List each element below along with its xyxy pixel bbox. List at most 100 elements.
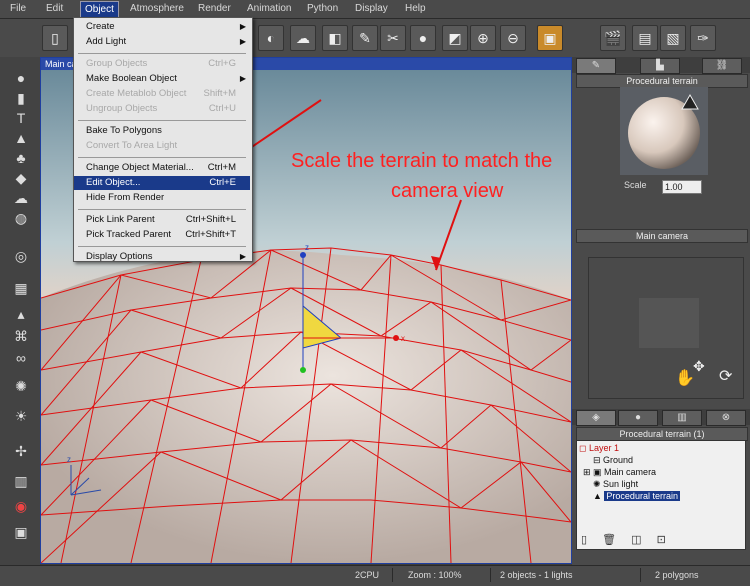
menu-item-label: Bake To Polygons <box>86 125 162 136</box>
cube-icon[interactable]: ◧ <box>322 25 348 51</box>
menu-item-shortcut: Ctrl+E <box>209 177 236 188</box>
new-icon[interactable]: ▯ <box>42 25 68 51</box>
menu-item-label: Pick Tracked Parent <box>86 229 172 240</box>
pan-arrows-icon[interactable]: ✥ <box>693 358 705 375</box>
planet-tool-icon[interactable]: ◍ <box>12 209 30 227</box>
tree-procedural-terrain[interactable]: ▲ Procedural terrain <box>593 491 680 502</box>
text-tool-icon[interactable]: T <box>12 109 30 127</box>
cloud-tool-icon[interactable]: ☁ <box>12 189 30 207</box>
object-menu-item[interactable]: Bake To Polygons <box>74 124 250 138</box>
menu-python[interactable]: Python <box>307 3 338 14</box>
submenu-arrow-icon: ▶ <box>239 252 246 261</box>
camera-icon[interactable]: ◐ <box>258 25 284 51</box>
menu-item-label: Make Boolean Object <box>86 73 177 84</box>
clapper-icon[interactable]: 🎬 <box>600 25 626 51</box>
object-menu-item[interactable]: Display Options ▶ <box>74 250 250 264</box>
delete-icon[interactable]: 🗑 <box>602 534 616 546</box>
tree-ground[interactable]: ⊟ Ground <box>593 455 633 466</box>
group-icon[interactable]: ◩ <box>442 25 468 51</box>
record-icon[interactable]: ◉ <box>12 497 30 515</box>
tree-tool-icon[interactable]: ♣ <box>12 149 30 167</box>
menu-separator <box>78 120 246 121</box>
light-tool-icon[interactable]: ✺ <box>12 377 30 395</box>
svg-text:z: z <box>305 243 309 252</box>
palette-icon[interactable]: ● <box>410 25 436 51</box>
menu-render[interactable]: Render <box>198 3 231 14</box>
menu-item-label: Create <box>86 21 115 32</box>
menu-item-label: Create Metablob Object <box>86 88 187 99</box>
svg-text:z: z <box>67 455 71 464</box>
menu-animation[interactable]: Animation <box>247 3 291 14</box>
scale-input[interactable]: 1.00 <box>662 180 702 194</box>
lock-icon[interactable]: ⊡ <box>657 534 666 546</box>
render-icon[interactable]: ▣ <box>537 25 563 51</box>
cylinder-tool-icon[interactable]: ▮ <box>12 89 30 107</box>
menu-item-label: Group Objects <box>86 58 148 69</box>
status-cpu: 2CPU <box>355 570 380 580</box>
submenu-arrow-icon: ▶ <box>239 22 246 31</box>
sphere-tool-icon[interactable]: ● <box>12 69 30 87</box>
tab-material[interactable]: ✎ <box>576 58 616 74</box>
menu-atmosphere[interactable]: Atmosphere <box>130 3 184 14</box>
object-menu-item[interactable]: Hide From Render <box>74 191 250 205</box>
status-bar: 2CPU Zoom : 100% 2 objects - 1 lights 2 … <box>0 565 750 586</box>
minus-icon[interactable]: ⊖ <box>500 25 526 51</box>
camera-panel-title: Main camera <box>576 229 748 243</box>
knot-tool-icon[interactable]: ∞ <box>12 349 30 367</box>
object-menu-item[interactable]: Pick Link Parent Ctrl+Shift+L <box>74 213 250 227</box>
menu-item-shortcut: Ctrl+G <box>208 58 236 69</box>
pipe-tool-icon[interactable]: ⌘ <box>12 327 30 345</box>
rock-tool-icon[interactable]: ◆ <box>12 169 30 187</box>
move-layer-icon[interactable]: ◫ <box>631 534 641 546</box>
menu-file[interactable]: File <box>10 3 26 14</box>
plus-icon[interactable]: ⊕ <box>470 25 496 51</box>
object-menu-item: Create Metablob Object Shift+M <box>74 87 250 101</box>
new-layer-icon[interactable]: ▯ <box>581 534 587 546</box>
menu-edit[interactable]: Edit <box>46 3 63 14</box>
material-icon[interactable]: ✎ <box>352 25 378 51</box>
frame-icon[interactable]: ▧ <box>660 25 686 51</box>
sun-tool-icon[interactable]: ☀ <box>12 407 30 425</box>
tree-layer-1[interactable]: ◻ Layer 1 <box>579 443 619 454</box>
tab-objects[interactable]: ◈ <box>576 410 616 426</box>
menu-item-shortcut: Shift+M <box>203 88 236 99</box>
menu-object[interactable]: Object <box>80 1 119 18</box>
object-menu-item[interactable]: Add Light ▶ <box>74 35 250 49</box>
cone-tool-icon[interactable]: ▴ <box>12 305 30 323</box>
film-icon[interactable]: ▤ <box>632 25 658 51</box>
terrain-tool-icon[interactable]: ▲ <box>12 129 30 147</box>
layer-tool-icon[interactable]: ▣ <box>12 523 30 541</box>
edit-icon[interactable]: ✑ <box>690 25 716 51</box>
menu-item-label: Change Object Material... <box>86 162 194 173</box>
tree-sun-light[interactable]: ✺ Sun light <box>593 479 638 490</box>
tree-main-camera[interactable]: ⊞ ▣ Main camera <box>583 467 656 478</box>
object-menu-item[interactable]: Change Object Material... Ctrl+M <box>74 161 250 175</box>
menu-separator <box>78 157 246 158</box>
fan-tool-icon[interactable]: ✢ <box>12 442 30 460</box>
camera-navigator[interactable]: ✋ ✥ ⟳ <box>588 257 744 399</box>
cloud-icon[interactable]: ☁ <box>290 25 316 51</box>
bars-tool-icon[interactable]: ▥ <box>12 472 30 490</box>
tab-links-browser[interactable]: ⊗ <box>706 410 746 426</box>
tab-textures[interactable]: ▥ <box>662 410 702 426</box>
menu-item-label: Edit Object... <box>86 177 141 188</box>
object-menu-item[interactable]: Pick Tracked Parent Ctrl+Shift+T <box>74 228 250 242</box>
menu-item-label: Pick Link Parent <box>86 214 155 225</box>
brush-icon[interactable]: ✂ <box>380 25 406 51</box>
torus-tool-icon[interactable]: ◎ <box>12 247 30 265</box>
menu-help[interactable]: Help <box>405 3 426 14</box>
tab-links[interactable]: ⛓ <box>702 58 742 74</box>
object-menu-item[interactable]: Make Boolean Object ▶ <box>74 72 250 86</box>
object-menu-item[interactable]: Create ▶ <box>74 20 250 34</box>
annotation-line-1: Scale the terrain to match the <box>291 150 553 172</box>
tab-materials[interactable]: ● <box>618 410 658 426</box>
tab-terrain[interactable]: ▙ <box>640 58 680 74</box>
menu-display[interactable]: Display <box>355 3 388 14</box>
rotate-icon[interactable]: ⟳ <box>719 366 732 386</box>
material-preview[interactable] <box>620 87 708 175</box>
menu-separator <box>78 209 246 210</box>
menu-item-shortcut: Ctrl+Shift+L <box>185 214 236 225</box>
grid-tool-icon[interactable]: ▦ <box>12 279 30 297</box>
object-menu-item[interactable]: Edit Object... Ctrl+E <box>74 176 250 190</box>
hand-icon[interactable]: ✋ <box>675 368 695 388</box>
